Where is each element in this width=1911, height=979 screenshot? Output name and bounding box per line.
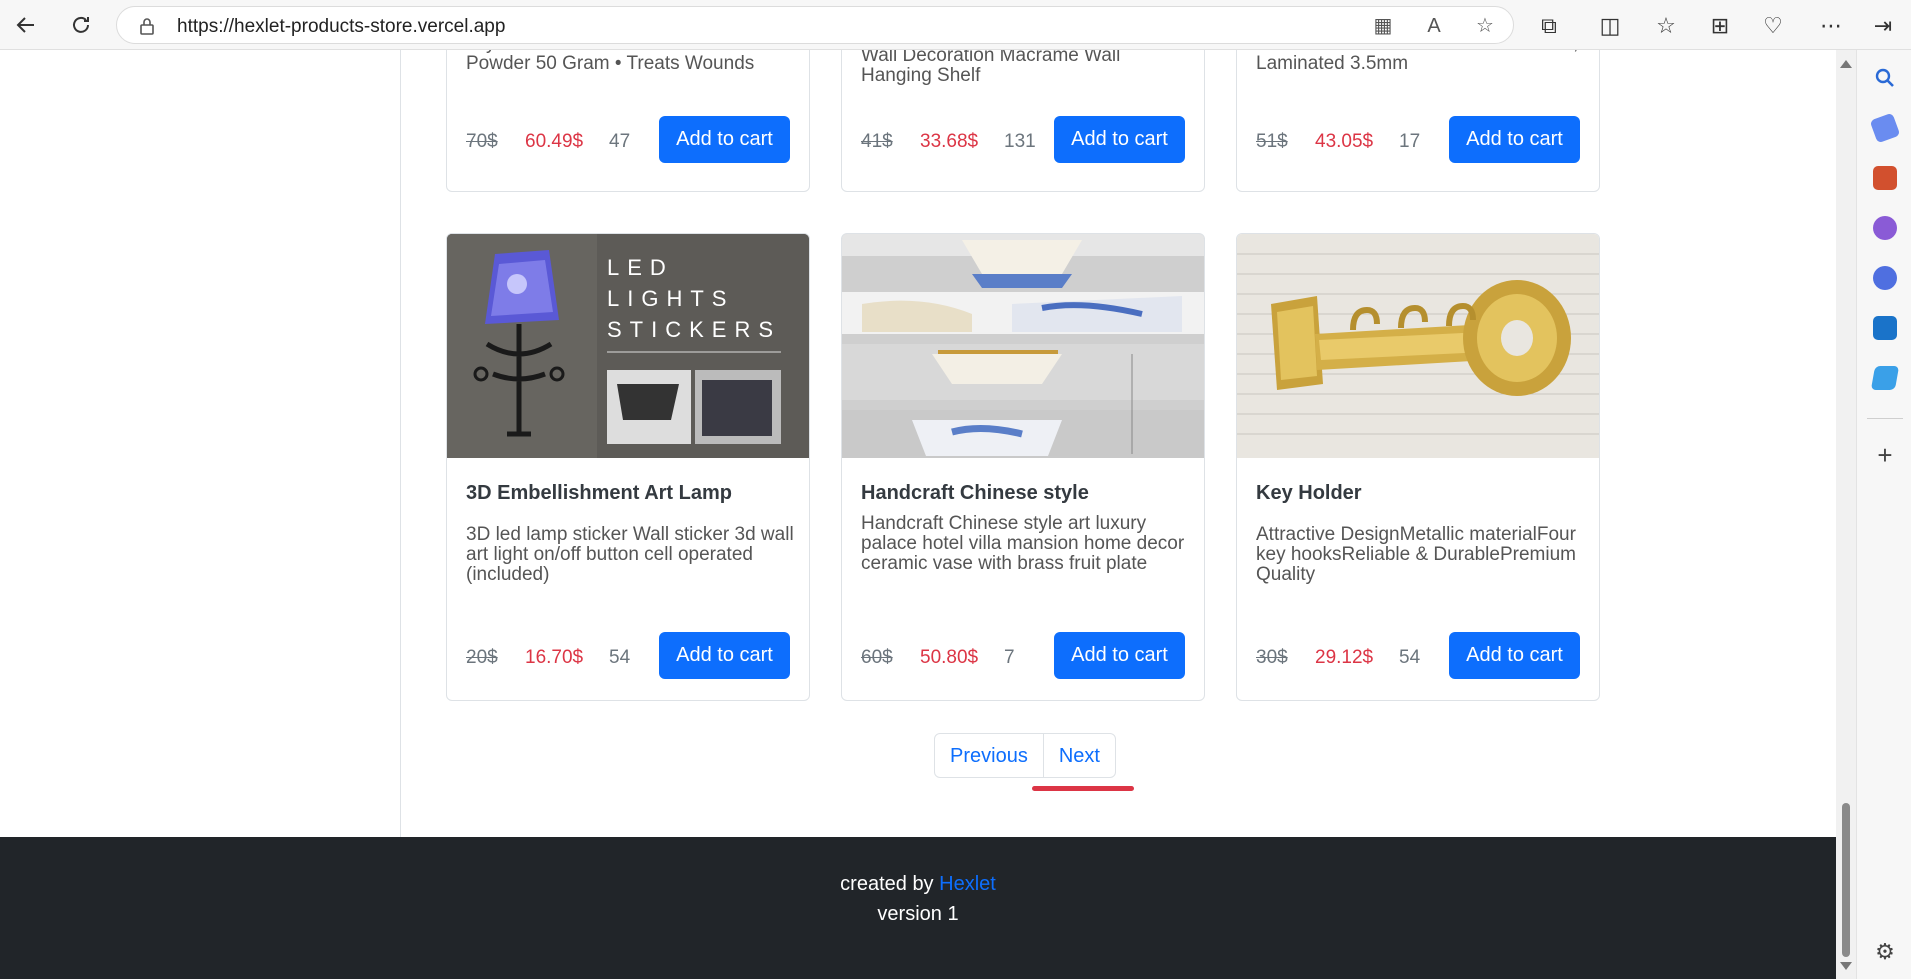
sale-price: 50.80$ <box>920 647 979 668</box>
app-available-icon[interactable]: ▦ <box>1372 15 1394 37</box>
product-description: 3D led lamp sticker Wall sticker 3d wall… <box>466 524 794 585</box>
product-title: Key Holder <box>1256 482 1362 504</box>
back-icon[interactable] <box>10 9 42 41</box>
stock-count: 54 <box>1399 647 1421 668</box>
stock-count: 54 <box>609 647 631 668</box>
old-price: 70$ <box>466 131 498 152</box>
split-screen-icon[interactable]: ◫ <box>1597 13 1623 39</box>
product-card: Key Holder Attractive DesignMetallic mat… <box>1236 233 1600 701</box>
address-bar[interactable]: https://hexlet-products-store.vercel.app… <box>116 6 1514 44</box>
product-card: LED LIGHTS STICKERS 3D Embellishment Art… <box>446 233 810 701</box>
read-aloud-icon[interactable]: A <box>1423 15 1445 37</box>
favorite-star-icon[interactable]: ☆ <box>1474 15 1496 37</box>
old-price: 20$ <box>466 647 498 668</box>
product-description: Attractive DesignMetallic materialFour k… <box>1256 524 1576 585</box>
stock-count: 131 <box>1004 131 1036 152</box>
tools-briefcase-icon[interactable] <box>1873 166 1897 190</box>
stock-count: 47 <box>609 131 631 152</box>
old-price: 30$ <box>1256 647 1288 668</box>
outlook-icon[interactable] <box>1873 316 1897 340</box>
sale-price: 60.49$ <box>525 131 584 152</box>
page-scrollbar[interactable] <box>1836 50 1856 979</box>
browser-toolbar: https://hexlet-products-store.vercel.app… <box>0 0 1911 50</box>
sidebar-divider <box>1867 418 1903 419</box>
old-price: 41$ <box>861 131 893 152</box>
footer-credit: created by Hexlet <box>0 873 1836 896</box>
product-description: Adhesive Tape Shape: 3D Shaped Wooden Bi… <box>1256 50 1578 74</box>
more-menu-icon[interactable]: ⋯ <box>1818 13 1844 39</box>
sidebar-divider <box>400 50 401 837</box>
product-card: Wall Decoration Macrame Wall Hanging She… <box>841 50 1205 192</box>
product-card: Adhesive Tape Shape: 3D Shaped Wooden Bi… <box>1236 50 1600 192</box>
product-description: Handcraft Chinese style art luxury palac… <box>861 513 1185 574</box>
stock-count: 7 <box>1004 647 1015 668</box>
favorites-icon[interactable]: ☆ <box>1653 13 1679 39</box>
footer: created by Hexlet version 1 <box>0 837 1836 979</box>
add-to-cart-button[interactable]: Add to cart <box>1054 632 1185 679</box>
lock-icon <box>139 17 155 40</box>
sidebar-toggle-icon[interactable]: ⇥ <box>1870 13 1896 39</box>
next-page-link[interactable]: Next <box>1044 734 1115 777</box>
product-image[interactable] <box>1237 234 1599 458</box>
games-icon[interactable] <box>1873 216 1897 240</box>
product-image[interactable]: LED LIGHTS STICKERS <box>447 234 809 458</box>
shopping-tag-icon[interactable] <box>1869 112 1901 144</box>
product-description: Wall Decoration Macrame Wall Hanging She… <box>861 50 1121 86</box>
old-price: 51$ <box>1256 131 1288 152</box>
scroll-up-arrow-icon[interactable] <box>1840 60 1852 68</box>
url-text: https://hexlet-products-store.vercel.app <box>177 16 506 37</box>
add-to-cart-button[interactable]: Add to cart <box>659 632 790 679</box>
add-to-cart-button[interactable]: Add to cart <box>659 116 790 163</box>
add-to-cart-button[interactable]: Add to cart <box>1449 632 1580 679</box>
stock-count: 17 <box>1399 131 1421 152</box>
product-card: Dry Rose Flower Powder Gulab Powder 50 G… <box>446 50 810 192</box>
sale-price: 43.05$ <box>1315 131 1374 152</box>
image-caption: LED LIGHTS STICKERS <box>607 255 782 342</box>
product-title: 3D Embellishment Art Lamp <box>466 482 732 504</box>
previous-page-link[interactable]: Previous <box>935 734 1043 777</box>
extensions-icon[interactable]: ⧉ <box>1536 13 1562 39</box>
sale-price: 33.68$ <box>920 131 979 152</box>
product-description: Dry Rose Flower Powder Gulab Powder 50 G… <box>466 50 755 74</box>
browser-essentials-icon[interactable]: ♡ <box>1760 13 1786 39</box>
product-card: Handcraft Chinese style Handcraft Chines… <box>841 233 1205 701</box>
settings-gear-icon[interactable]: ⚙ <box>1873 940 1897 964</box>
add-to-cart-button[interactable]: Add to cart <box>1054 116 1185 163</box>
search-icon[interactable] <box>1873 66 1897 90</box>
sale-price: 16.70$ <box>525 647 584 668</box>
footer-version: version 1 <box>877 903 959 925</box>
footer-created-by: created by <box>840 873 934 895</box>
add-to-cart-button[interactable]: Add to cart <box>1449 116 1580 163</box>
sale-price: 29.12$ <box>1315 647 1374 668</box>
add-icon[interactable]: + <box>1873 442 1897 468</box>
pagination: Previous Next <box>934 733 1116 778</box>
product-image[interactable] <box>842 234 1204 458</box>
refresh-icon[interactable] <box>65 9 97 41</box>
hexlet-link[interactable]: Hexlet <box>939 873 996 895</box>
scroll-down-arrow-icon[interactable] <box>1840 962 1852 970</box>
old-price: 60$ <box>861 647 893 668</box>
send-icon[interactable] <box>1870 366 1900 390</box>
copilot-icon[interactable] <box>1873 266 1897 290</box>
collections-icon[interactable]: ⊞ <box>1707 13 1733 39</box>
page-content: Dry Rose Flower Powder Gulab Powder 50 G… <box>0 50 1836 979</box>
browser-sidebar: + ⚙ <box>1856 50 1911 979</box>
next-highlight-underline <box>1032 786 1134 791</box>
product-title: Handcraft Chinese style <box>861 482 1089 504</box>
scroll-thumb[interactable] <box>1842 803 1850 957</box>
